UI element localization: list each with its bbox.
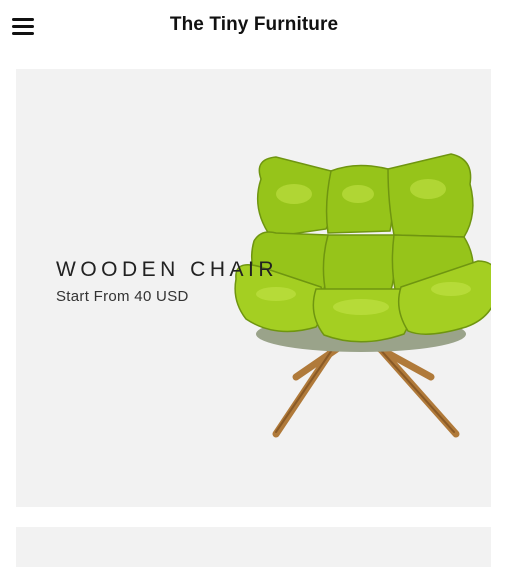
- site-title[interactable]: The Tiny Furniture: [0, 14, 508, 36]
- hero-title: WOODEN CHAIR: [56, 258, 278, 281]
- hero-subtitle: Start From 40 USD: [56, 288, 189, 305]
- hero-banner[interactable]: WOODEN CHAIR Start From 40 USD: [16, 69, 491, 507]
- next-banner[interactable]: [16, 527, 491, 567]
- top-bar: The Tiny Furniture: [0, 0, 508, 52]
- green-lounge-chair-image: [234, 153, 491, 438]
